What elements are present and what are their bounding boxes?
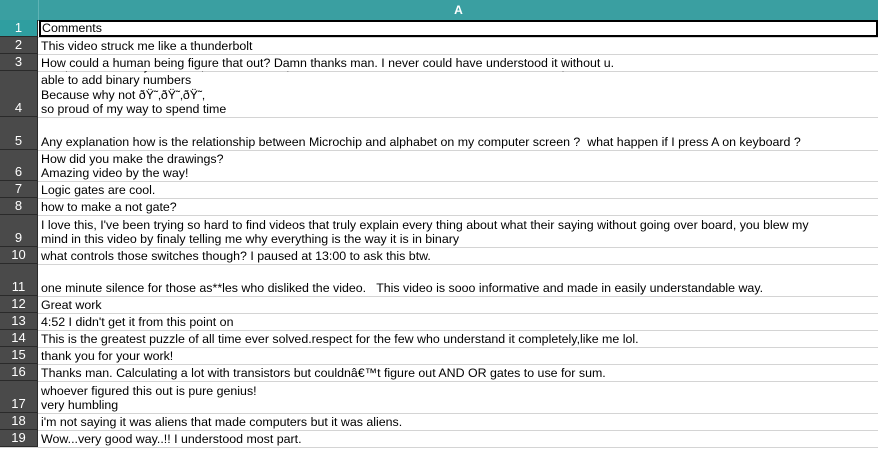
comment-cell[interactable]: Great work <box>39 296 878 313</box>
table-row: 7 Logic gates are cool. <box>0 181 878 199</box>
cell-text-line: mind in this video by finaly telling me … <box>41 232 460 247</box>
cell-text-line: thank you for your work! <box>41 349 174 364</box>
comment-cell[interactable]: How could a human being figure that out?… <box>39 54 878 71</box>
row-header[interactable]: 18 <box>0 413 38 430</box>
table-row: 9I love this, I've been trying so hard t… <box>0 215 878 248</box>
cell-text-line: Any explanation how is the relationship … <box>41 135 801 150</box>
cell-text-line: able to add binary numbers <box>41 73 192 88</box>
table-row: 19 Wow...very good way..!! I understood m… <box>0 430 878 448</box>
cell-text-line: How did you make the drawings? <box>41 151 224 166</box>
cell-text-line: How could a human being figure that out?… <box>41 56 615 71</box>
row-header[interactable]: 1 <box>0 20 38 37</box>
comment-cell[interactable]: Logic gates are cool. <box>39 181 878 198</box>
table-row: 15 thank you for your work! <box>0 347 878 365</box>
cell-text-line: so proud of my way to spend time <box>41 102 227 117</box>
row-header[interactable]: 3 <box>0 54 38 71</box>
table-row: 8 how to make a not gate? <box>0 198 878 216</box>
cell-text-line: Comments <box>42 21 102 36</box>
cell-text-line: whoever figured this out is pure genius! <box>41 383 257 398</box>
table-row: 5 Any explanation how is the relationship… <box>0 117 878 151</box>
cell-text-line: This is the greatest puzzle of all time … <box>41 332 639 347</box>
cell-text-line: one minute silence for those as**les who… <box>41 281 764 296</box>
comment-cell[interactable]: Any explanation how is the relationship … <box>39 117 878 150</box>
row-header[interactable]: 6 <box>0 150 38 181</box>
comment-cell[interactable]: what controls those switches though? I p… <box>39 247 878 264</box>
table-row: 4Well, I've watched your video, I unders… <box>0 71 878 118</box>
table-row: 10 what controls those switches though? I… <box>0 247 878 265</box>
comment-cell[interactable]: how to make a not gate? <box>39 198 878 215</box>
row-header[interactable]: 19 <box>0 430 38 447</box>
table-row: 13 4:52 I didn't get it from this point o… <box>0 313 878 331</box>
table-row: 11 one minute silence for those as**les w… <box>0 264 878 297</box>
row-header[interactable]: 7 <box>0 181 38 198</box>
comment-cell[interactable]: Well, I've watched your video, I underst… <box>39 71 878 117</box>
cell-text-line: Logic gates are cool. <box>41 183 156 198</box>
row-header[interactable]: 9 <box>0 215 38 247</box>
table-row: 14 This is the greatest puzzle of all tim… <box>0 330 878 348</box>
comment-cell[interactable]: whoever figured this out is pure genius!… <box>39 381 878 413</box>
cell-text-line: Amazing video by the way! <box>41 166 189 181</box>
cell-text-line: Because why not ðŸ˜‚ðŸ˜‚ðŸ˜‚ <box>41 87 205 102</box>
row-header[interactable]: 12 <box>0 296 38 313</box>
comment-cell[interactable]: I love this, I've been trying so hard to… <box>39 215 878 247</box>
column-header-bar: A <box>0 0 878 21</box>
cell-text-line: i'm not saying it was aliens that made c… <box>41 415 403 430</box>
comment-cell[interactable]: one minute silence for those as**les who… <box>39 264 878 296</box>
table-row: 12 Great work <box>0 296 878 314</box>
comment-cell[interactable]: Wow...very good way..!! I understood mos… <box>39 430 878 447</box>
comment-cell[interactable]: This video struck me like a thunderbolt <box>39 37 878 54</box>
comment-cell[interactable]: This is the greatest puzzle of all time … <box>39 330 878 347</box>
cell-text-line: I love this, I've been trying so hard to… <box>41 217 809 232</box>
select-all-corner[interactable] <box>0 0 39 20</box>
row-header[interactable]: 14 <box>0 330 38 347</box>
table-row: 3 How could a human being figure that out… <box>0 54 878 72</box>
table-row: 16 Thanks man. Calculating a lot with tra… <box>0 364 878 382</box>
cell-text-line: Great work <box>41 298 102 313</box>
selected-cell[interactable]: Comments <box>39 20 878 37</box>
table-row: 2 This video struck me like a thunderbolt <box>0 37 878 55</box>
row-header[interactable]: 2 <box>0 37 38 54</box>
row-header[interactable]: 8 <box>0 198 38 215</box>
comment-cell[interactable]: Thanks man. Calculating a lot with trans… <box>39 364 878 381</box>
table-row: 6 How did you make the drawings? Amazing v… <box>0 150 878 182</box>
comment-cell[interactable]: How did you make the drawings? Amazing vi… <box>39 150 878 181</box>
row-header[interactable]: 5 <box>0 117 38 150</box>
row-header[interactable]: 10 <box>0 247 38 264</box>
comment-cell[interactable]: thank you for your work! <box>39 347 878 364</box>
row-header[interactable]: 15 <box>0 347 38 364</box>
row-header[interactable]: 16 <box>0 364 38 381</box>
row-header[interactable]: 13 <box>0 313 38 330</box>
row-header[interactable]: 17 <box>0 381 38 413</box>
comment-cell[interactable]: i'm not saying it was aliens that made c… <box>39 413 878 430</box>
cell-text-line: what controls those switches though? I p… <box>41 249 431 264</box>
cell-text-line: Wow...very good way..!! I understood mos… <box>41 432 302 447</box>
table-row: 18 i'm not saying it was aliens that made… <box>0 413 878 431</box>
comment-cell[interactable]: 4:52 I didn't get it from this point on <box>39 313 878 330</box>
cell-text-line: 4:52 I didn't get it from this point on <box>41 315 234 330</box>
cell-text-line: Thanks man. Calculating a lot with trans… <box>41 366 606 381</box>
cell-text-line: how to make a not gate? <box>41 200 177 215</box>
cell-text-line: This video struck me like a thunderbolt <box>41 39 253 54</box>
cell-text-line: very humbling <box>41 398 119 413</box>
row-header[interactable]: 11 <box>0 264 38 296</box>
table-row: 17 whoever figured this out is pure geniu… <box>0 381 878 414</box>
row-header[interactable]: 4 <box>0 71 38 117</box>
table-row: 1 Comments <box>0 20 878 38</box>
column-header-a[interactable]: A <box>39 0 878 20</box>
